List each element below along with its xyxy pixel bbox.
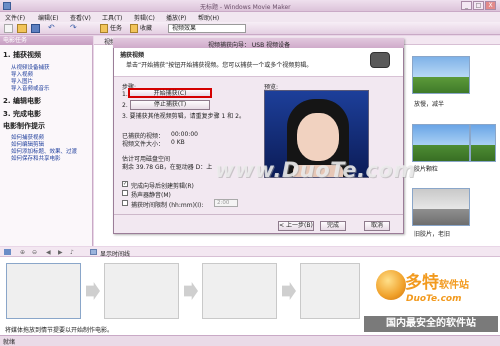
status-bar <box>0 335 500 346</box>
redo-icon[interactable]: ↷ <box>70 24 77 33</box>
mute-speakers-label: 扬声器静音(M) <box>131 192 171 199</box>
watermark-brand-url: DuoTe.com <box>406 294 462 304</box>
start-capture-button[interactable]: 开始捕获(C) <box>128 88 212 98</box>
preview-subject-face <box>297 113 339 161</box>
time-limit-value: 2:00 <box>217 200 230 206</box>
close-button[interactable]: X <box>485 1 496 10</box>
timeline-icon <box>90 249 97 255</box>
step1-number: 1. <box>122 91 128 98</box>
storyboard-slot[interactable] <box>202 263 277 319</box>
play-icon[interactable]: ▶ <box>58 249 63 256</box>
task-edit-movie[interactable]: 2. 编辑电影 <box>3 96 41 106</box>
cancel-button[interactable]: 取消 <box>364 221 390 231</box>
effect-label: 旧胶片，老旧 <box>414 231 451 238</box>
open-project-icon[interactable] <box>17 24 27 33</box>
rewind-icon[interactable]: ◀ <box>46 249 51 256</box>
save-project-icon[interactable] <box>31 24 40 33</box>
app-icon <box>3 2 11 10</box>
effect-thumbnail[interactable] <box>412 188 470 226</box>
menu-clip[interactable]: 剪辑(C) <box>134 13 155 22</box>
window-title: 无标题 - Windows Movie Maker <box>200 4 291 11</box>
menu-play[interactable]: 播放(P) <box>166 13 186 22</box>
minimize-button[interactable]: _ <box>461 1 472 10</box>
collections-button[interactable]: 收藏 <box>140 24 152 33</box>
effect-thumbnail[interactable] <box>412 56 470 94</box>
show-timeline-button[interactable]: 显示时间线 <box>100 249 130 258</box>
effect-thumbnail[interactable] <box>412 124 470 162</box>
new-project-icon[interactable] <box>4 24 13 33</box>
watermark-url: www.DuoTe.com <box>215 158 416 182</box>
time-limit-label: 捕获时间限制 (hh:mm)(I): <box>131 202 204 209</box>
dialog-divider <box>114 214 403 215</box>
step2-number: 2. <box>122 102 128 109</box>
time-limit-input[interactable]: 2:00 <box>214 199 238 207</box>
disk-space-value: 剩余 39.78 GB，在驱动器 D：上 <box>122 164 213 171</box>
zoom-in-icon[interactable]: ⊕ <box>20 249 25 256</box>
storyboard-slot[interactable] <box>104 263 179 319</box>
task-finish-movie[interactable]: 3. 完成电影 <box>3 109 41 119</box>
link-how-save-share[interactable]: 如何保存和共享电影 <box>11 154 61 162</box>
audio-icon[interactable]: ♪ <box>70 249 74 256</box>
storyboard-hint: 将媒体拖放到情节提要以开始制作电影。 <box>5 327 114 334</box>
effect-label: 胶片颗粒 <box>414 166 439 173</box>
status-text: 就绪 <box>3 339 16 346</box>
effect-thumbnail[interactable] <box>470 124 496 162</box>
maximize-button[interactable]: □ <box>473 1 484 10</box>
collections-icon <box>130 24 138 33</box>
tasks-pane-header: 电影任务 <box>0 36 93 45</box>
collection-select[interactable]: 视频效果 <box>168 24 246 33</box>
mute-speakers-checkbox[interactable] <box>122 190 128 196</box>
menu-file[interactable]: 文件(F) <box>5 13 25 22</box>
effect-label: 放慢，减半 <box>414 101 445 108</box>
watermark-brand: 多特软件站 <box>405 268 469 293</box>
watermark-brand-suffix: 软件站 <box>439 280 469 291</box>
stop-capture-button[interactable]: 停止捕获(T) <box>130 100 210 110</box>
link-import-audio[interactable]: 导入音频或音乐 <box>11 84 50 92</box>
menu-edit[interactable]: 编辑(E) <box>38 13 58 22</box>
time-limit-checkbox[interactable] <box>122 200 128 206</box>
menu-tools[interactable]: 工具(T) <box>102 13 122 22</box>
dialog-heading: 捕获视频 <box>120 52 145 59</box>
storyboard-slot[interactable] <box>300 263 360 319</box>
undo-icon[interactable]: ↶ <box>48 24 55 33</box>
filesize-label: 视频文件大小： <box>122 141 165 148</box>
watermark-brand-name: 多特 <box>405 273 439 293</box>
task-capture-video[interactable]: 1. 捕获视频 <box>3 50 41 60</box>
collection-select-value: 视频效果 <box>172 25 197 32</box>
menu-help[interactable]: 帮助(H) <box>198 13 219 22</box>
back-button[interactable]: < 上一步(B) <box>278 221 314 231</box>
storyboard-toolbar <box>0 247 500 257</box>
tasks-icon <box>100 24 108 33</box>
task-movie-tips[interactable]: 电影制作提示 <box>3 121 45 131</box>
finish-button[interactable]: 完成 <box>320 221 346 231</box>
watermark-logo-icon <box>376 270 406 300</box>
captured-value: 00:00:00 <box>171 131 198 138</box>
filesize-value: 0 KB <box>171 139 185 146</box>
tasks-button[interactable]: 任务 <box>110 24 122 33</box>
storyboard-slot[interactable] <box>6 263 81 319</box>
menu-view[interactable]: 查看(V) <box>70 13 91 22</box>
step3-text: 3. 要捕获其他视频剪辑，请重复步骤 1 和 2。 <box>122 113 245 120</box>
create-clips-checkbox[interactable]: ✓ <box>122 181 128 187</box>
create-clips-label: 完成向导后创建剪辑(R) <box>131 183 194 190</box>
watermark-tagline: 国内最安全的软件站 <box>364 316 498 332</box>
zoom-out-icon[interactable]: ⊖ <box>32 249 37 256</box>
storyboard-icon[interactable] <box>4 249 11 255</box>
camera-icon <box>370 52 390 68</box>
dialog-description: 单击“开始捕获”按钮开始捕获视频。您可以捕获一个或多个视频剪辑。 <box>126 62 313 69</box>
